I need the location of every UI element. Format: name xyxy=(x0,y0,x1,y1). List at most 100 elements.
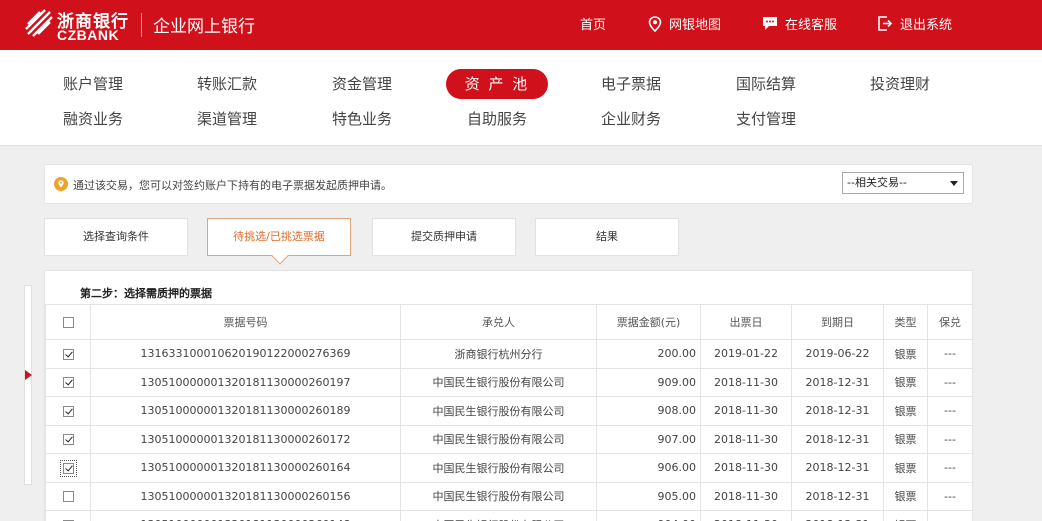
checkbox-cell xyxy=(45,424,91,454)
due-date-cell: 2018-12-31 xyxy=(791,481,884,511)
row-checkbox[interactable] xyxy=(62,491,74,503)
step-submit-pledge[interactable]: 提交质押申请 xyxy=(372,218,516,256)
menu-item-asset-pool[interactable]: 资 产 池 xyxy=(446,69,548,99)
due-date-cell: 2018-12-31 xyxy=(791,367,884,397)
nav-map-label: 网银地图 xyxy=(669,18,722,33)
acceptor-cell: 中国民生银行股份有限公司 xyxy=(400,510,597,521)
menu-item-channel[interactable]: 渠道管理 xyxy=(176,104,278,134)
table-row[interactable]: 130510000001320181130000260189 中国民生银行股份有限… xyxy=(45,396,974,426)
acceptor-cell: 浙商银行杭州分行 xyxy=(400,339,597,369)
guarantee-cell: --- xyxy=(927,339,972,369)
nav-logout-link[interactable]: 退出系统 xyxy=(878,14,952,33)
menu-item-financing[interactable]: 融资业务 xyxy=(42,104,144,134)
amount-cell: 905.00 xyxy=(596,481,701,511)
nav-map-link[interactable]: 网银地图 xyxy=(648,14,721,33)
row-checkbox[interactable] xyxy=(62,434,74,446)
step-label: 选择查询条件 xyxy=(83,230,149,243)
chat-icon xyxy=(763,17,777,30)
remark-cell xyxy=(973,482,974,511)
table-row[interactable]: 130510000001320181130000260164 中国民生银行股份有限… xyxy=(45,453,974,483)
column-header: 票据金额(元) xyxy=(596,304,701,340)
chevron-down-icon xyxy=(950,181,958,186)
menu-item-corp-finance[interactable]: 企业财务 xyxy=(580,104,682,134)
issue-date-cell: 2018-11-30 xyxy=(700,481,792,511)
notice-text: 通过该交易，您可以对签约账户下持有的电子票据发起质押申请。 xyxy=(73,179,392,192)
guarantee-cell: --- xyxy=(927,481,972,511)
table-row[interactable]: 130510000001320181130000260197 中国民生银行股份有限… xyxy=(45,367,974,397)
bill-number-link[interactable]: 130510000001320181130000260156 xyxy=(90,481,401,511)
type-cell: 银票 xyxy=(883,396,928,426)
table-row[interactable]: 130510000001320181130000260148中国民生银行股份有限… xyxy=(45,510,974,521)
type-cell: 银票 xyxy=(883,367,928,397)
row-checkbox[interactable] xyxy=(62,348,74,360)
notice-bar: 通过该交易，您可以对签约账户下持有的电子票据发起质押申请。 --相关交易-- xyxy=(44,164,973,204)
step-label: 结果 xyxy=(596,230,618,243)
type-cell: 银票 xyxy=(883,453,928,483)
amount-cell: 909.00 xyxy=(596,367,701,397)
table-row[interactable]: 130510000001320181130000260156 中国民生银行股份有限… xyxy=(45,481,974,511)
column-header: 承兑人 xyxy=(400,304,597,340)
remark-cell xyxy=(973,454,974,483)
bill-number-link[interactable]: 130510000001320181130000260164 xyxy=(90,453,401,483)
step-query-conditions[interactable]: 选择查询条件 xyxy=(44,218,188,256)
related-transactions-value: --相关交易-- xyxy=(847,176,907,189)
menu-item-special[interactable]: 特色业务 xyxy=(311,104,413,134)
remark-cell xyxy=(973,368,974,397)
step-result[interactable]: 结果 xyxy=(535,218,679,256)
bill-number-link[interactable]: 130510000001320181130000260172 xyxy=(90,424,401,454)
acceptor-cell: 中国民生银行股份有限公司 xyxy=(400,453,597,483)
select-all-checkbox[interactable] xyxy=(62,317,74,328)
acceptor-cell: 中国民生银行股份有限公司 xyxy=(400,424,597,454)
header-divider xyxy=(141,13,142,37)
amount-cell: 907.00 xyxy=(596,424,701,454)
issue-date-cell: 2018-11-30 xyxy=(700,396,792,426)
due-date-cell: 2018-12-31 xyxy=(791,396,884,426)
acceptor-cell: 中国民生银行股份有限公司 xyxy=(400,396,597,426)
menu-item-payment[interactable]: 支付管理 xyxy=(715,104,817,134)
nav-service-label: 在线客服 xyxy=(785,18,838,33)
menu-item-intl-settlement[interactable]: 国际结算 xyxy=(715,69,817,99)
active-step-pointer xyxy=(271,247,289,265)
table-row[interactable]: 131633100010620190122000276369 浙商银行杭州分行 20… xyxy=(45,339,974,369)
row-checkbox[interactable] xyxy=(59,459,77,477)
checkbox-cell xyxy=(45,339,91,369)
issue-date-cell: 2018-11-30 xyxy=(700,453,792,483)
checkbox-cell xyxy=(45,453,91,483)
guarantee-cell: --- xyxy=(927,424,972,454)
nav-home-link[interactable]: 首页 xyxy=(580,14,606,33)
type-cell: 银票 xyxy=(883,424,928,454)
czbank-logo-mark-icon xyxy=(25,9,53,37)
row-checkbox[interactable] xyxy=(62,405,74,417)
remark-cell xyxy=(973,397,974,426)
due-date-cell: 2018-12-31 xyxy=(791,424,884,454)
bill-number-link[interactable]: 130510000001320181130000260189 xyxy=(90,396,401,426)
menu-item-self-service[interactable]: 自助服务 xyxy=(446,104,548,134)
menu-item-transfer[interactable]: 转账汇款 xyxy=(176,69,278,99)
bill-number-link[interactable]: 130510000001320181130000260148 xyxy=(90,510,401,521)
row-checkbox[interactable] xyxy=(62,377,74,389)
czbank-logo[interactable]: 浙商银行 CZBANK xyxy=(24,6,136,44)
menu-item-funds[interactable]: 资金管理 xyxy=(311,69,413,99)
caret-right-icon[interactable] xyxy=(25,370,32,380)
issue-date-cell: 2018-11-30 xyxy=(700,510,792,521)
guarantee-cell: --- xyxy=(927,396,972,426)
bill-number-link[interactable]: 131633100010620190122000276369 xyxy=(90,339,401,369)
menu-item-e-bills[interactable]: 电子票据 xyxy=(580,69,682,99)
issue-date-cell: 2018-11-30 xyxy=(700,424,792,454)
nav-service-link[interactable]: 在线客服 xyxy=(762,14,837,33)
type-cell: 银票 xyxy=(883,510,928,521)
step-label: 提交质押申请 xyxy=(411,230,477,243)
side-collapse-bar[interactable] xyxy=(24,285,32,485)
bill-number-link[interactable]: 130510000001320181130000260197 xyxy=(90,367,401,397)
step-select-bills[interactable]: 待挑选/已挑选票据 xyxy=(207,218,351,265)
table-row[interactable]: 130510000001320181130000260172 中国民生银行股份有限… xyxy=(45,424,972,454)
amount-cell: 904.00 xyxy=(596,510,701,521)
menu-item-investment[interactable]: 投资理财 xyxy=(849,69,951,99)
amount-cell: 908.00 xyxy=(596,396,701,426)
nav-logout-label: 退出系统 xyxy=(900,18,953,33)
related-transactions-select[interactable]: --相关交易-- xyxy=(842,172,964,194)
menu-item-account[interactable]: 账户管理 xyxy=(42,69,144,99)
remark-cell xyxy=(973,511,974,521)
checkbox-cell xyxy=(45,396,91,426)
remark-cell xyxy=(973,340,974,369)
